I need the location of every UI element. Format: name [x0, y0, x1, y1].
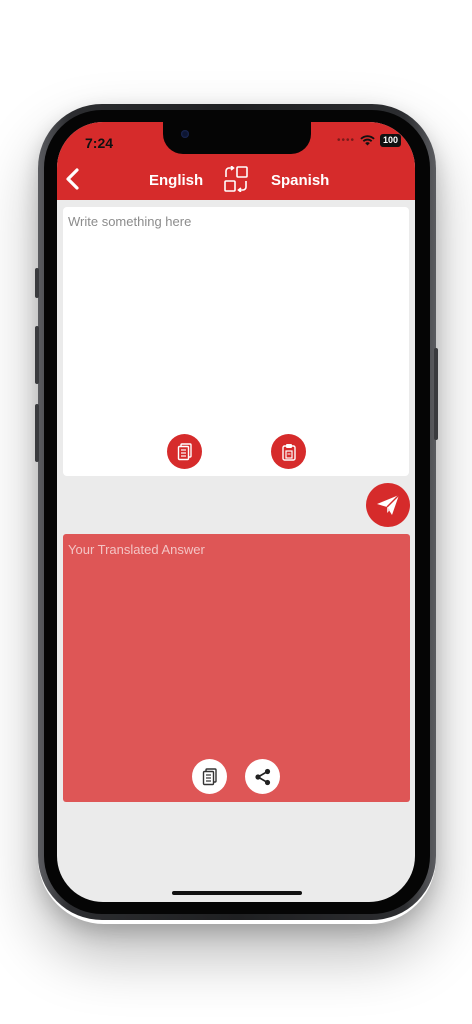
signal-icon: ••••	[336, 135, 355, 146]
source-language-selector[interactable]: English	[149, 172, 203, 189]
power-button	[434, 348, 438, 440]
copy-icon	[202, 767, 217, 785]
status-time: 7:24	[85, 135, 114, 151]
status-icons: •••• 100	[337, 134, 401, 147]
source-text-input[interactable]: Write something here	[68, 214, 191, 229]
copy-output-button[interactable]	[192, 759, 227, 794]
app-screen: 7:24 •••• 100 English Spanish Write some…	[57, 122, 415, 902]
swap-languages-button[interactable]	[223, 165, 249, 193]
translate-send-button[interactable]	[366, 483, 410, 527]
silent-switch	[35, 268, 39, 298]
volume-up-button	[35, 326, 39, 384]
notch	[163, 122, 311, 154]
swap-languages-icon	[224, 165, 248, 193]
share-output-button[interactable]	[245, 759, 280, 794]
home-indicator[interactable]	[172, 891, 302, 895]
copy-icon	[177, 442, 192, 460]
app-header: 7:24 •••• 100 English Spanish	[57, 122, 415, 200]
front-camera	[181, 130, 189, 138]
input-card: Write something here	[63, 207, 409, 476]
battery-indicator: 100	[379, 134, 401, 147]
paper-plane-icon	[377, 494, 400, 515]
paste-input-button[interactable]	[271, 434, 306, 469]
wifi-icon	[360, 135, 375, 146]
target-language-selector[interactable]: Spanish	[271, 172, 329, 189]
copy-input-button[interactable]	[167, 434, 202, 469]
back-button[interactable]	[63, 166, 85, 192]
volume-down-button	[35, 404, 39, 462]
chevron-left-icon	[66, 168, 79, 190]
paste-icon	[281, 443, 296, 461]
output-card: Your Translated Answer	[63, 534, 410, 802]
share-icon	[254, 768, 270, 785]
translated-text-output: Your Translated Answer	[68, 542, 205, 557]
